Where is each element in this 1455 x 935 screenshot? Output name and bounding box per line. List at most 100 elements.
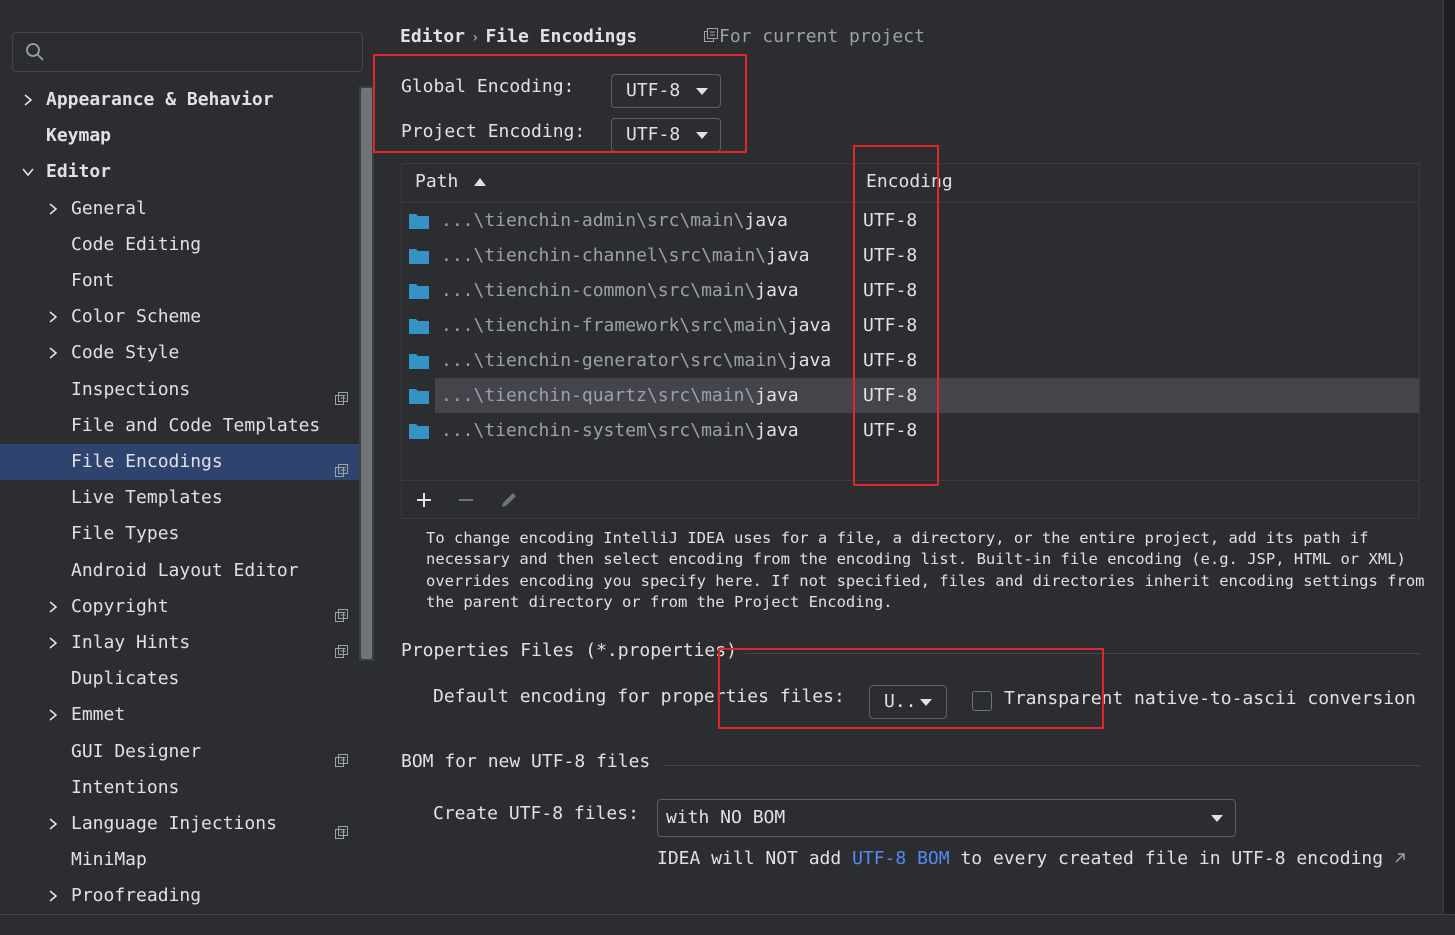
bom-note-text: IDEA will NOT add [657, 848, 853, 869]
encoding-cell[interactable]: UTF-8 [854, 203, 1419, 238]
path-leaf: java [755, 280, 799, 301]
chevron-down-icon[interactable] [21, 154, 35, 190]
project-scope-icon [334, 745, 348, 767]
transparent-conversion-checkbox[interactable] [972, 691, 992, 711]
chevron-right-icon[interactable] [21, 82, 35, 118]
sidebar-item-font[interactable]: Font [0, 263, 360, 299]
sidebar-item-code-style[interactable]: Code Style [0, 335, 360, 371]
transparent-conversion-label[interactable]: Transparent native-to-ascii conversion [1004, 688, 1416, 709]
plus-icon [417, 493, 431, 507]
external-link-icon[interactable] [1394, 852, 1406, 864]
sidebar-item-appearance-behavior[interactable]: Appearance & Behavior [0, 82, 360, 118]
table-row[interactable]: ...\tienchin-channel\src\main\java UTF-8 [402, 238, 1419, 273]
sidebar-item-label: Inspections [71, 378, 191, 400]
table-row[interactable]: ...\tienchin-system\src\main\java UTF-8 [402, 413, 1419, 448]
sidebar-item-live-templates[interactable]: Live Templates [0, 480, 360, 516]
sidebar-item-keymap[interactable]: Keymap [0, 118, 360, 154]
path-cell[interactable]: ...\tienchin-common\src\main\java [435, 273, 854, 308]
sidebar-item-copyright[interactable]: Copyright [0, 589, 360, 625]
path-cell[interactable]: ...\tienchin-channel\src\main\java [435, 238, 854, 273]
remove-path-button[interactable] [453, 487, 479, 513]
sidebar-item-intentions[interactable]: Intentions [0, 770, 360, 806]
encoding-cell[interactable]: UTF-8 [854, 378, 1419, 413]
folder-icon [409, 214, 429, 229]
chevron-right-icon[interactable] [46, 589, 60, 625]
encoding-cell[interactable]: UTF-8 [854, 343, 1419, 378]
path-prefix: ...\tienchin-common\src\main\ [441, 280, 756, 301]
table-row[interactable]: ...\tienchin-common\src\main\java UTF-8 [402, 273, 1419, 308]
column-separator[interactable] [853, 164, 854, 202]
path-cell[interactable]: ...\tienchin-quartz\src\main\java [435, 378, 854, 413]
chevron-right-icon[interactable] [46, 335, 60, 371]
table-row[interactable]: ...\tienchin-quartz\src\main\java UTF-8 [402, 378, 1419, 413]
path-cell[interactable]: ...\tienchin-framework\src\main\java [435, 308, 854, 343]
sidebar-item-gui-designer[interactable]: GUI Designer [0, 734, 360, 770]
folder-icon [409, 249, 429, 264]
encoding-cell[interactable]: UTF-8 [854, 238, 1419, 273]
encoding-cell[interactable]: UTF-8 [854, 273, 1419, 308]
path-leaf: java [787, 315, 832, 336]
path-cell[interactable]: ...\tienchin-system\src\main\java [435, 413, 854, 448]
sidebar-item-android-layout-editor[interactable]: Android Layout Editor [0, 553, 360, 589]
sidebar-item-proofreading[interactable]: Proofreading [0, 878, 360, 914]
chevron-right-icon[interactable] [46, 806, 60, 842]
sidebar-item-language-injections[interactable]: Language Injections [0, 806, 360, 842]
settings-search-input[interactable] [12, 32, 363, 72]
dialog-bottom-bar [0, 914, 1455, 935]
breadcrumb-parent[interactable]: Editor [400, 26, 465, 47]
sidebar-item-general[interactable]: General [0, 191, 360, 227]
encoding-value: UTF-8 [863, 315, 918, 336]
path-prefix: ...\tienchin-system\src\main\ [441, 420, 756, 441]
column-header-path[interactable]: Path [415, 164, 487, 202]
table-row[interactable]: ...\tienchin-admin\src\main\java UTF-8 [402, 203, 1419, 238]
global-encoding-dropdown[interactable]: UTF-8 [611, 74, 721, 108]
column-header-encoding[interactable]: Encoding [866, 164, 953, 202]
chevron-right-icon[interactable] [46, 878, 60, 914]
encoding-cell[interactable]: UTF-8 [854, 413, 1419, 448]
path-cell[interactable]: ...\tienchin-generator\src\main\java [435, 343, 854, 378]
utf8-bom-link[interactable]: UTF-8 BOM [852, 848, 950, 869]
properties-encoding-value: U.. [884, 691, 917, 712]
sidebar-item-label: General [71, 197, 147, 219]
scope-hint: For current project [703, 22, 925, 52]
sidebar-item-file-types[interactable]: File Types [0, 516, 360, 552]
chevron-right-icon[interactable] [46, 625, 60, 661]
encoding-cell[interactable]: UTF-8 [854, 308, 1419, 343]
window-edge [1443, 0, 1455, 914]
table-header: Path Encoding [402, 164, 1419, 203]
sidebar-scrollbar-thumb[interactable] [361, 88, 372, 659]
properties-section-title: Properties Files (*.properties) [401, 640, 737, 661]
sidebar-item-editor[interactable]: Editor [0, 154, 360, 190]
sidebar-item-duplicates[interactable]: Duplicates [0, 661, 360, 697]
sidebar-item-minimap[interactable]: MiniMap [0, 842, 360, 878]
scope-hint-label: For current project [719, 26, 925, 47]
search-icon [26, 43, 44, 61]
sidebar-item-label: Duplicates [71, 668, 180, 690]
sidebar-item-label: MiniMap [71, 849, 147, 871]
sidebar-item-file-encodings[interactable]: File Encodings [0, 444, 374, 480]
bom-dropdown[interactable]: with NO BOM [657, 799, 1236, 837]
table-row[interactable]: ...\tienchin-framework\src\main\java UTF-… [402, 308, 1419, 343]
path-leaf: java [755, 385, 799, 406]
sidebar-item-label: Appearance & Behavior [46, 89, 274, 110]
sidebar-item-label: File and Code Templates [71, 414, 321, 436]
sidebar-item-label: Editor [46, 161, 112, 183]
project-scope-icon [334, 383, 348, 405]
chevron-right-icon[interactable] [46, 299, 60, 335]
chevron-right-icon[interactable] [46, 697, 60, 733]
edit-path-button[interactable] [496, 487, 522, 513]
project-encoding-dropdown[interactable]: UTF-8 [611, 118, 721, 152]
sidebar-item-code-editing[interactable]: Code Editing [0, 227, 360, 263]
sidebar-item-color-scheme[interactable]: Color Scheme [0, 299, 360, 335]
sidebar-item-label: Live Templates [71, 487, 223, 509]
sidebar-item-label: Color Scheme [71, 306, 202, 328]
chevron-right-icon[interactable] [46, 191, 60, 227]
properties-encoding-dropdown[interactable]: U.. [869, 685, 947, 719]
path-cell[interactable]: ...\tienchin-admin\src\main\java [435, 203, 854, 238]
sidebar-item-inlay-hints[interactable]: Inlay Hints [0, 625, 360, 661]
add-path-button[interactable] [411, 487, 437, 513]
table-row[interactable]: ...\tienchin-generator\src\main\java UTF-… [402, 343, 1419, 378]
sidebar-item-inspections[interactable]: Inspections [0, 372, 360, 408]
sidebar-item-emmet[interactable]: Emmet [0, 697, 360, 733]
sidebar-item-file-and-code-templates[interactable]: File and Code Templates [0, 408, 360, 444]
